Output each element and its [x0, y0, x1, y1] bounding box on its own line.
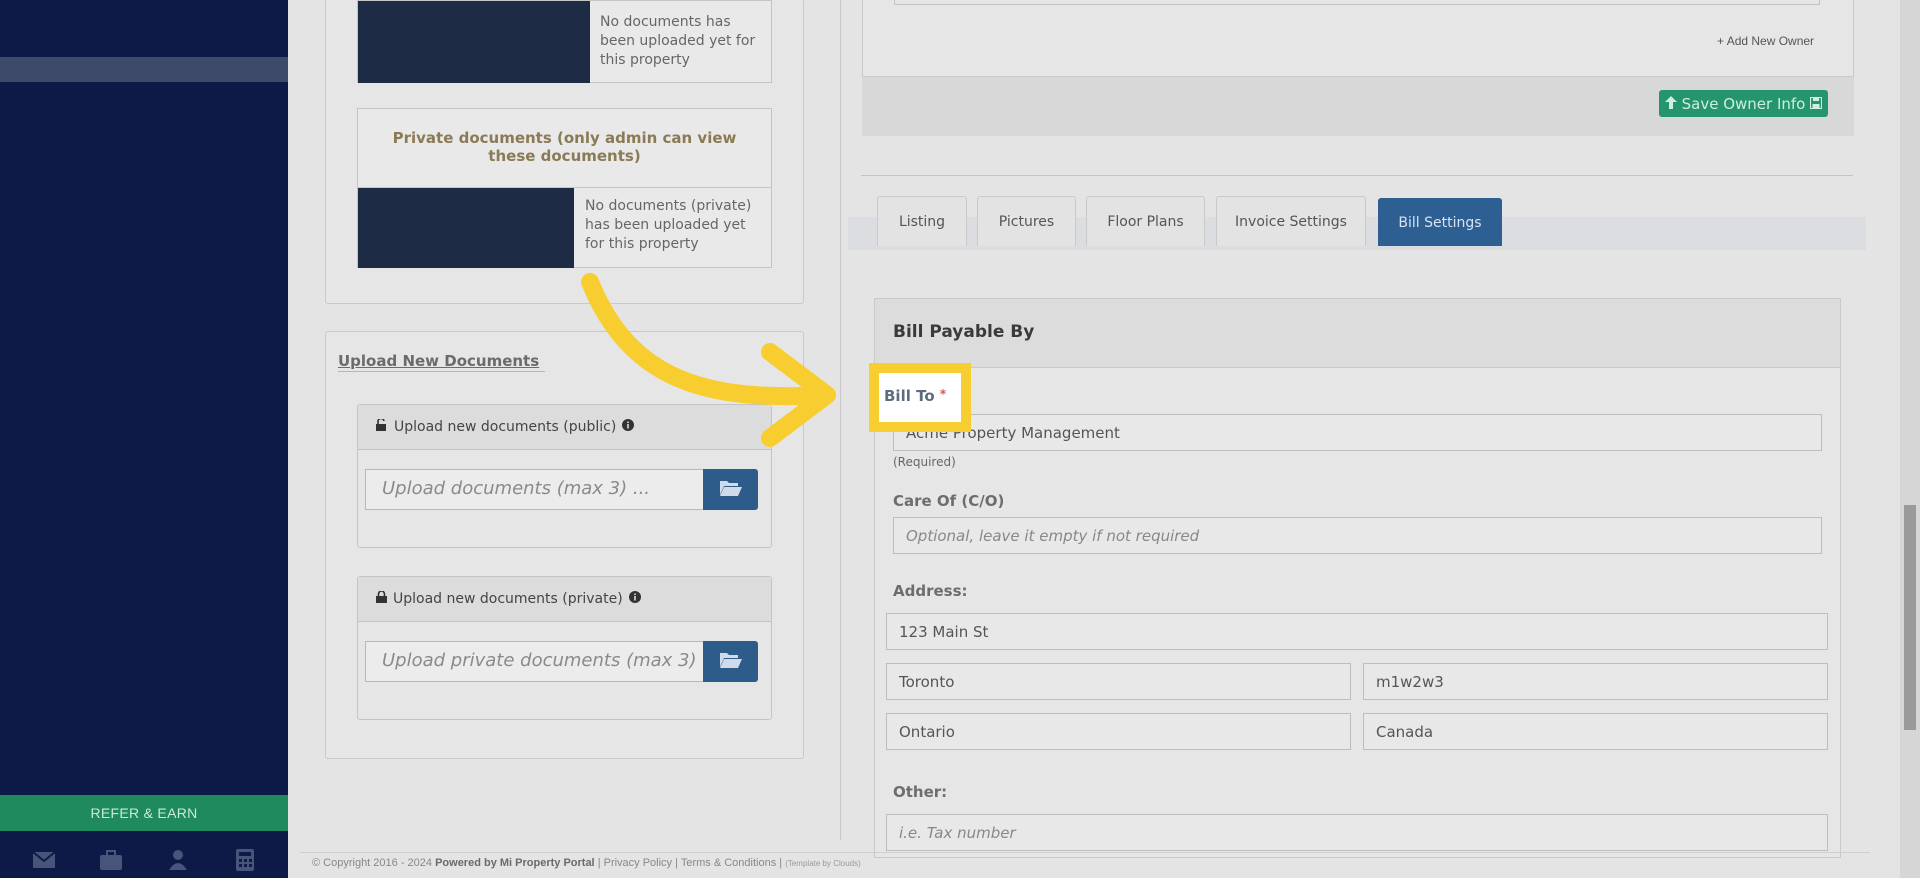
refer-and-earn-button[interactable]: REFER & EARN: [0, 795, 288, 831]
copyright-footer: © Copyright 2016 - 2024 Powered by Mi Pr…: [312, 857, 861, 869]
footer-links[interactable]: | Privacy Policy | Terms & Conditions |: [598, 857, 782, 869]
tab-listing[interactable]: Listing: [877, 196, 967, 246]
info-icon[interactable]: [628, 591, 641, 607]
save-owner-info-label: Save Owner Info: [1681, 94, 1806, 113]
callout-arrow-icon: [581, 273, 836, 447]
bill-to-input[interactable]: Acme Property Management: [893, 414, 1822, 451]
private-documents-title: Private documents (only admin can view t…: [358, 109, 771, 188]
bill-to-required-hint: (Required): [893, 455, 956, 469]
footer-divider: [300, 852, 1870, 853]
sidebar-footer: [0, 842, 288, 878]
owner-field[interactable]: [894, 0, 1820, 5]
folder-open-icon: [719, 479, 743, 501]
tab-pictures[interactable]: Pictures: [977, 196, 1076, 246]
bill-to-label-text: Bill To: [884, 387, 935, 405]
section-divider: [861, 175, 1853, 176]
add-new-owner-label: Add New Owner: [1726, 34, 1815, 48]
public-documents-card: No documents has been uploaded yet for t…: [357, 0, 772, 83]
powered-by-text: Powered by Mi Property Portal: [435, 857, 595, 869]
bill-to-label: Bill To *: [884, 387, 946, 405]
save-owner-info-button[interactable]: Save Owner Info: [1659, 90, 1828, 117]
city-input[interactable]: Toronto: [886, 663, 1351, 700]
street-input[interactable]: 123 Main St: [886, 613, 1828, 650]
upload-private-input[interactable]: Upload private documents (max 3) ...: [365, 641, 704, 682]
bill-to-highlight: Bill To *: [869, 363, 971, 432]
add-new-owner-link[interactable]: + Add New Owner: [1717, 34, 1814, 48]
country-input[interactable]: Canada: [1363, 713, 1828, 750]
envelope-icon[interactable]: [32, 849, 56, 871]
other-input[interactable]: i.e. Tax number: [886, 814, 1828, 851]
required-asterisk: *: [939, 387, 947, 401]
unlock-icon: [376, 417, 388, 435]
upload-public-input[interactable]: Upload documents (max 3) ...: [365, 469, 704, 510]
public-documents-empty: No documents has been uploaded yet for t…: [600, 14, 756, 68]
upload-title-underline: [338, 371, 545, 372]
calculator-icon[interactable]: [233, 849, 257, 871]
lock-icon: [376, 590, 387, 607]
sidebar-active-item[interactable]: [0, 57, 288, 82]
save-icon: [1810, 95, 1823, 113]
private-document-thumbnail: [358, 188, 574, 268]
bill-payable-panel: [874, 298, 1841, 858]
province-input[interactable]: Ontario: [886, 713, 1351, 750]
browse-public-button[interactable]: [703, 469, 758, 510]
copyright-text: © Copyright 2016 - 2024: [312, 857, 433, 869]
sidebar: REFER & EARN: [0, 0, 288, 878]
user-icon[interactable]: [166, 849, 190, 871]
bill-payable-title: Bill Payable By: [893, 322, 1035, 342]
address-label: Address:: [893, 582, 968, 600]
upload-private-header: Upload new documents (private): [358, 577, 771, 622]
upload-private-label: Upload new documents (private): [393, 591, 623, 607]
care-of-label: Care Of (C/O): [893, 492, 1005, 510]
browse-private-button[interactable]: [703, 641, 758, 682]
tab-bill-settings[interactable]: Bill Settings: [1378, 198, 1502, 246]
folder-open-icon: [719, 651, 743, 673]
arrow-up-icon: [1664, 95, 1677, 113]
postal-code-input[interactable]: m1w2w3: [1363, 663, 1828, 700]
plus-icon: +: [1717, 34, 1725, 48]
template-credit: (Template by Clouds): [785, 859, 861, 868]
tab-invoice-settings[interactable]: Invoice Settings: [1216, 196, 1366, 246]
scrollbar-thumb[interactable]: [1904, 505, 1916, 730]
tab-floor-plans[interactable]: Floor Plans: [1086, 196, 1205, 246]
private-documents-card: Private documents (only admin can view t…: [357, 108, 772, 268]
document-thumbnail: [358, 1, 590, 83]
upload-section-title: Upload New Documents: [338, 352, 540, 370]
private-documents-empty: No documents (private) has been uploaded…: [585, 198, 752, 252]
page-scrollbar[interactable]: [1900, 0, 1920, 878]
briefcase-icon[interactable]: [99, 849, 123, 871]
care-of-input[interactable]: Optional, leave it empty if not required: [893, 517, 1822, 554]
other-label: Other:: [893, 783, 948, 801]
